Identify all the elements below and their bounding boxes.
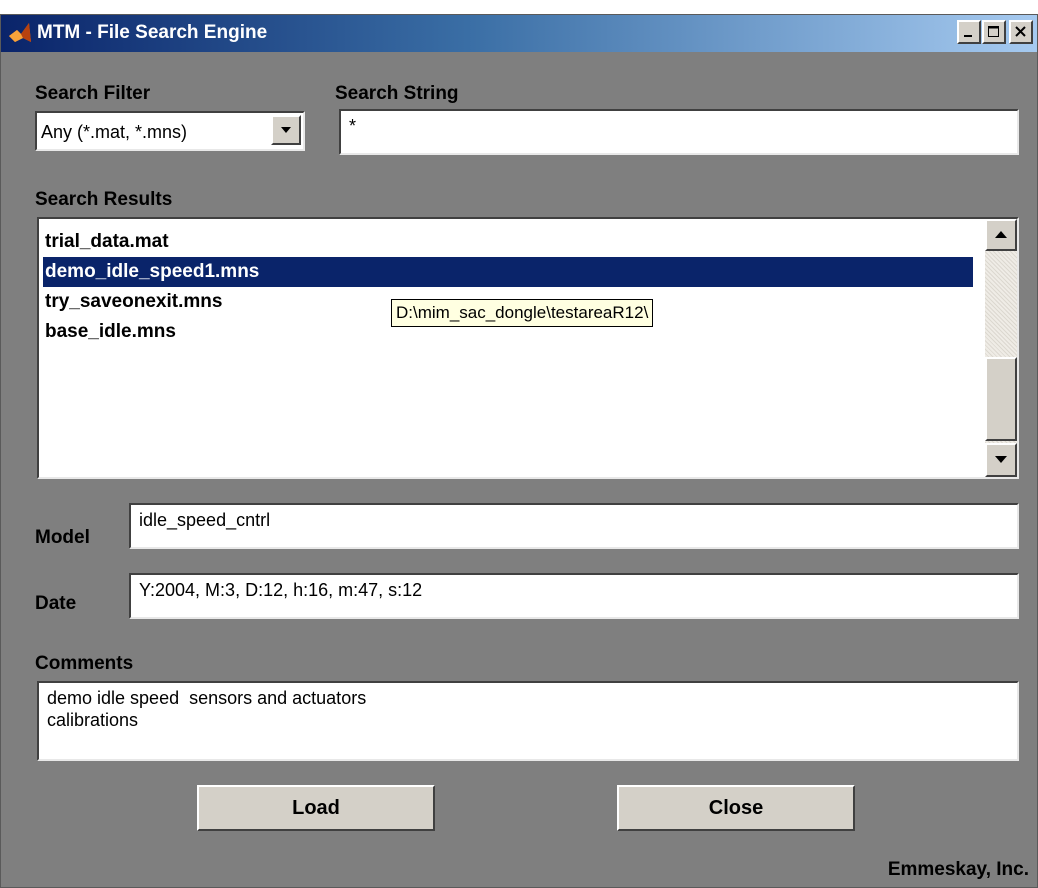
result-item[interactable]: trial_data.mat [43, 227, 973, 257]
scroll-down-button[interactable] [985, 443, 1017, 477]
maximize-icon [988, 26, 999, 37]
scroll-up-button[interactable] [985, 219, 1017, 251]
results-scrollbar[interactable] [985, 219, 1017, 477]
chevron-down-icon [281, 127, 291, 133]
load-button[interactable]: Load [197, 785, 435, 831]
model-label: Model [35, 527, 90, 548]
app-window: MTM - File Search Engine Search Filter A… [0, 14, 1038, 888]
search-filter-label: Search Filter [35, 83, 151, 104]
company-label: Emmeskay, Inc. [887, 859, 1029, 880]
scroll-thumb[interactable] [985, 357, 1017, 441]
search-string-label: Search String [335, 83, 459, 104]
search-results-label: Search Results [35, 189, 173, 210]
scroll-down-icon [995, 456, 1007, 463]
result-item-selected[interactable]: demo_idle_speed1.mns [43, 257, 973, 287]
title-bar[interactable]: MTM - File Search Engine [1, 15, 1037, 52]
close-icon [1015, 26, 1026, 37]
close-window-button[interactable] [1009, 20, 1033, 44]
comments-label: Comments [35, 653, 134, 674]
dropdown-arrow-button[interactable] [271, 115, 301, 145]
matlab-icon [9, 23, 31, 42]
minimize-icon [964, 35, 972, 37]
window-title: MTM - File Search Engine [37, 22, 268, 43]
search-filter-value: Any (*.mat, *.mns) [41, 122, 188, 142]
model-field[interactable]: idle_speed_cntrl [129, 503, 1019, 549]
comments-field[interactable]: demo idle speed sensors and actuators ca… [37, 681, 1019, 761]
search-results-list[interactable]: trial_data.mat demo_idle_speed1.mns try_… [37, 217, 1019, 479]
scroll-up-icon [995, 231, 1007, 238]
date-label: Date [35, 593, 77, 614]
search-filter-dropdown[interactable]: Any (*.mat, *.mns) [35, 111, 305, 151]
minimize-button[interactable] [957, 20, 981, 44]
path-tooltip: D:\mim_sac_dongle\testareaR12\ [391, 299, 654, 327]
maximize-button[interactable] [982, 20, 1006, 44]
date-field[interactable]: Y:2004, M:3, D:12, h:16, m:47, s:12 [129, 573, 1019, 619]
search-string-input[interactable]: * [339, 109, 1019, 155]
close-button[interactable]: Close [617, 785, 855, 831]
